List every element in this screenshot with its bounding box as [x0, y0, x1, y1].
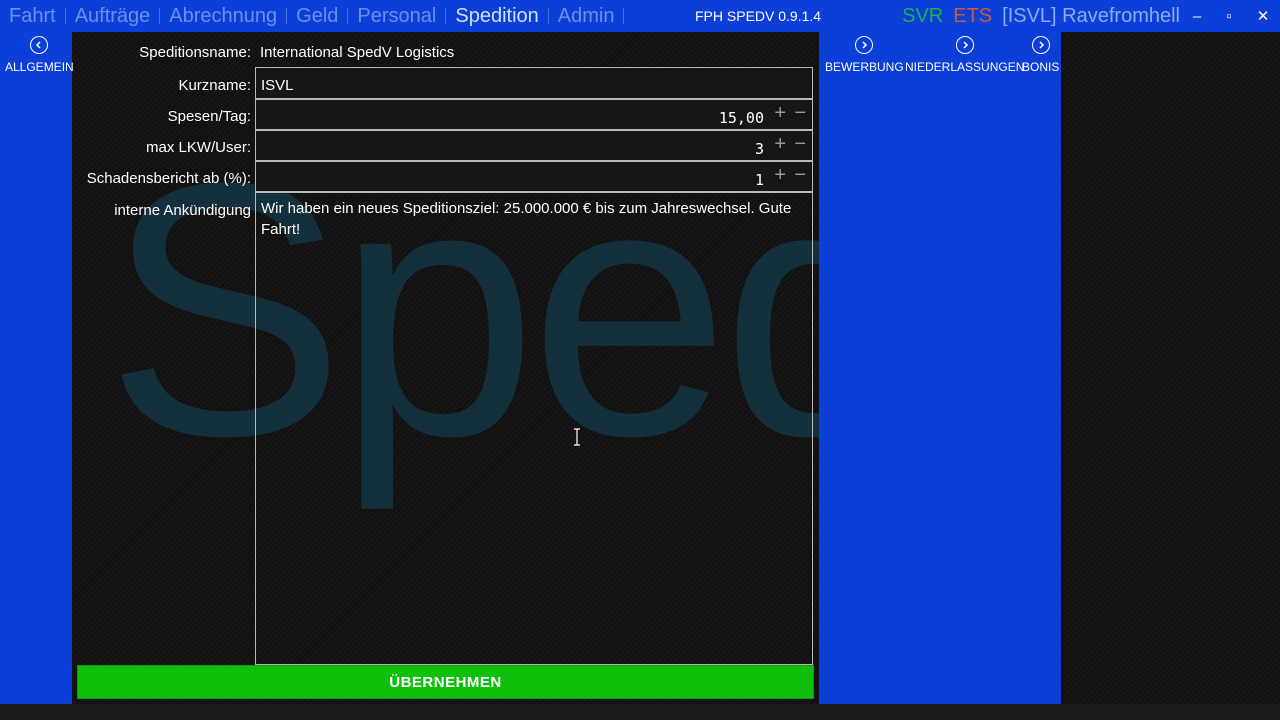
uebernehmen-button[interactable]: ÜBERNEHMEN [77, 665, 814, 699]
ankuendigung-textarea[interactable]: Wir haben ein neues Speditionsziel: 25.0… [255, 192, 813, 665]
minus-icon[interactable]: − [794, 103, 806, 123]
nav-auftraege[interactable]: Aufträge [66, 0, 160, 32]
spedition-form: Speditionsname: International SpedV Logi… [72, 32, 819, 704]
plus-icon[interactable]: + [774, 165, 786, 185]
nav-abrechnung[interactable]: Abrechnung [160, 0, 286, 32]
kurzname-input[interactable]: ISVL [255, 67, 813, 99]
nav-admin[interactable]: Admin [549, 0, 624, 32]
niederlassungen-button[interactable]: NIEDERLASSUNGEN [905, 36, 1024, 74]
user-name[interactable]: [ISVL] Ravefromhell [1002, 0, 1180, 32]
schaden-value: 1 [754, 171, 764, 189]
kurzname-label: Kurzname: [178, 77, 251, 94]
left-nav-panel: ALLGEMEIN [0, 32, 74, 704]
nav-separator [623, 8, 625, 24]
main-nav: Fahrt Aufträge Abrechnung Geld Personal … [0, 0, 625, 32]
svr-status[interactable]: SVR [902, 0, 943, 32]
spesen-value: 15,00 [718, 109, 764, 127]
nav-geld[interactable]: Geld [287, 0, 347, 32]
nav-personal[interactable]: Personal [348, 0, 445, 32]
text-cursor-icon [572, 428, 582, 451]
kurzname-value: ISVL [261, 77, 294, 94]
lkw-label: max LKW/User: [145, 139, 251, 156]
allgemein-label: ALLGEMEIN [5, 60, 74, 74]
back-allgemein-button[interactable]: ALLGEMEIN [5, 36, 74, 74]
ets-status[interactable]: ETS [943, 0, 1002, 32]
bonis-button[interactable]: BONIS [1022, 36, 1059, 74]
spesen-label: Spesen/Tag: [167, 108, 251, 125]
speditionsname-value: International SpedV Logistics [260, 44, 455, 61]
ankuendigung-text: Wir haben ein neues Speditionsziel: 25.0… [261, 200, 792, 238]
schaden-stepper[interactable]: 1 + − [255, 161, 813, 192]
app-title: FPH SPEDV 0.9.1.4 [695, 8, 822, 24]
nav-spedition[interactable]: Spedition [446, 0, 547, 32]
maximize-button[interactable]: ▫ [1214, 0, 1244, 32]
lkw-stepper[interactable]: 3 + − [255, 130, 813, 161]
chevron-left-icon [30, 36, 49, 54]
minus-icon[interactable]: − [794, 165, 806, 185]
status-area: SVR ETS [ISVL] Ravefromhell [902, 0, 1180, 32]
plus-icon[interactable]: + [774, 103, 786, 123]
chevron-right-icon [855, 36, 874, 54]
plus-icon[interactable]: + [774, 134, 786, 154]
title-bar: Fahrt Aufträge Abrechnung Geld Personal … [0, 0, 1280, 32]
bewerbung-label: BEWERBUNG [825, 60, 904, 74]
minimize-button[interactable]: ‒ [1182, 0, 1212, 32]
nav-fahrt[interactable]: Fahrt [0, 0, 65, 32]
horizontal-scrollbar[interactable] [0, 704, 1280, 720]
chevron-right-icon [1031, 36, 1050, 54]
schaden-label: Schadensbericht ab (%): [86, 170, 251, 187]
chevron-right-icon [955, 36, 974, 54]
bewerbung-button[interactable]: BEWERBUNG [825, 36, 904, 74]
ankuendigung-label: interne Ankündigung [114, 202, 251, 219]
speditionsname-label: Speditionsname: [139, 44, 251, 61]
lkw-value: 3 [754, 140, 764, 158]
bonis-label: BONIS [1022, 60, 1060, 74]
minus-icon[interactable]: − [794, 134, 806, 154]
niederlassungen-label: NIEDERLASSUNGEN [905, 60, 1025, 74]
spesen-stepper[interactable]: 15,00 + − [255, 99, 813, 130]
right-nav-panel: BEWERBUNG NIEDERLASSUNGEN BONIS [819, 32, 1061, 704]
close-button[interactable]: ✕ [1248, 0, 1278, 32]
